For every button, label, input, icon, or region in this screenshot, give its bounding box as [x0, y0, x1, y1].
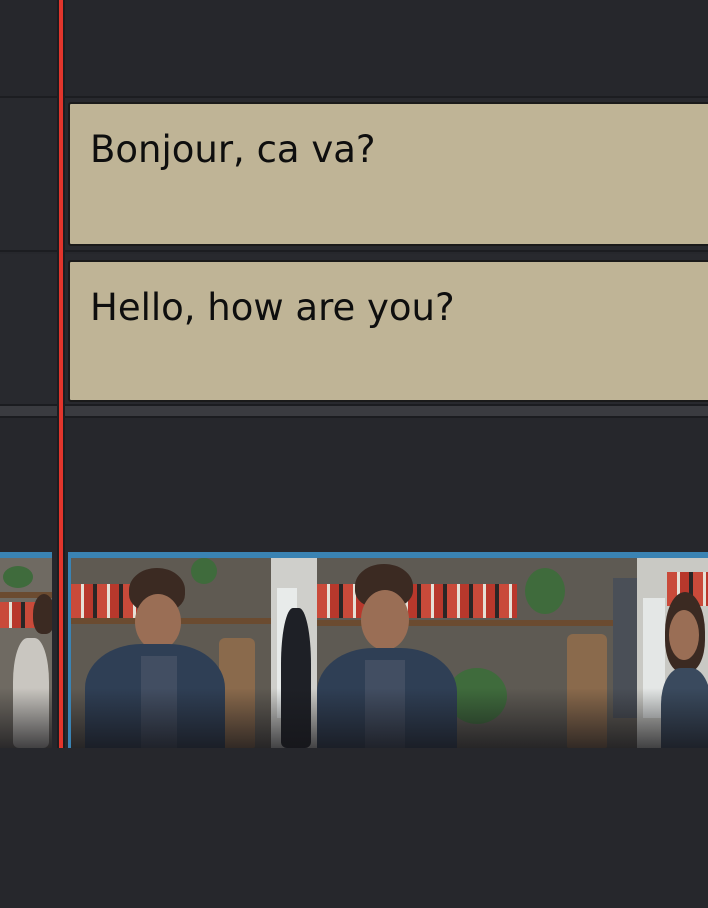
video-thumbnail [0, 558, 52, 748]
video-thumbnail [317, 558, 637, 748]
video-clip-main[interactable] [68, 552, 708, 748]
empty-track [0, 418, 708, 548]
video-thumbnail [71, 558, 271, 748]
timeline-empty-area [0, 748, 708, 908]
subtitle-clip-english[interactable]: Hello, how are you? [68, 260, 708, 402]
timeline-panel: Bonjour, ca va? Hello, how are you? [0, 0, 708, 908]
video-clip-previous[interactable] [0, 552, 52, 748]
subtitle-clip-french[interactable]: Bonjour, ca va? [68, 102, 708, 246]
video-thumbnail [637, 558, 708, 748]
timeline-track-top [0, 0, 708, 96]
playhead-marker[interactable] [57, 0, 65, 748]
subtitle-text: Hello, how are you? [90, 286, 455, 329]
video-thumbnail [271, 558, 317, 748]
track-separator [0, 250, 708, 252]
subtitle-text: Bonjour, ca va? [90, 128, 376, 171]
track-group-divider[interactable] [0, 404, 708, 418]
